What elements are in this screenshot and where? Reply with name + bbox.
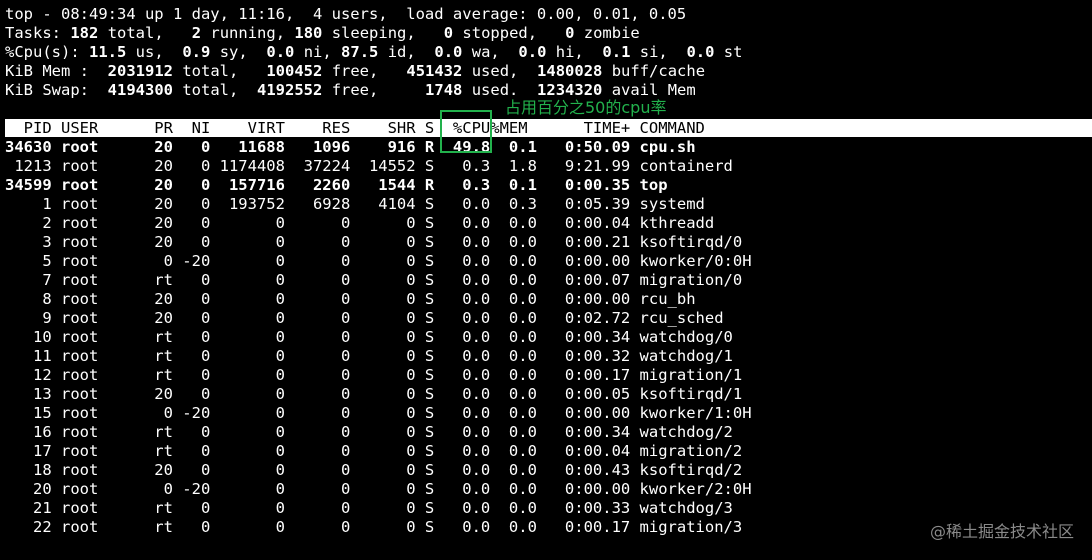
process-row-11: 11 root rt 0 0 0 0 S 0.0 0.0 0:00.32 wat… [5,347,733,365]
process-row-16: 16 root rt 0 0 0 0 S 0.0 0.0 0:00.34 wat… [5,423,733,441]
tasks-line: Tasks: 182 total, 2 running, 180 sleepin… [5,24,640,42]
process-row-13: 13 root 20 0 0 0 0 S 0.0 0.0 0:00.05 kso… [5,385,743,403]
cpu-line: %Cpu(s): 11.5 us, 0.9 sy, 0.0 ni, 87.5 i… [5,43,743,61]
process-row-8: 8 root 20 0 0 0 0 S 0.0 0.0 0:00.00 rcu_… [5,290,696,308]
process-row-1: 1 root 20 0 193752 6928 4104 S 0.0 0.3 0… [5,195,705,213]
process-row-10: 10 root rt 0 0 0 0 S 0.0 0.0 0:00.34 wat… [5,328,733,346]
process-row-21: 21 root rt 0 0 0 0 S 0.0 0.0 0:00.33 wat… [5,499,733,517]
process-row-34630: 34630 root 20 0 11688 1096 916 R 49.8 0.… [5,138,696,156]
process-row-12: 12 root rt 0 0 0 0 S 0.0 0.0 0:00.17 mig… [5,366,743,384]
process-row-17: 17 root rt 0 0 0 0 S 0.0 0.0 0:00.04 mig… [5,442,743,460]
process-row-22: 22 root rt 0 0 0 0 S 0.0 0.0 0:00.17 mig… [5,518,743,536]
process-row-15: 15 root 0 -20 0 0 0 S 0.0 0.0 0:00.00 kw… [5,404,752,422]
mem-line: KiB Mem : 2031912 total, 100452 free, 45… [5,62,706,80]
process-row-18: 18 root 20 0 0 0 0 S 0.0 0.0 0:00.43 kso… [5,461,743,479]
cpu-highlight-box [440,110,492,153]
process-table-header: PID USER PR NI VIRT RES SHR S %CPU%MEM T… [5,119,1092,137]
process-row-34599: 34599 root 20 0 157716 2260 1544 R 0.3 0… [5,176,668,194]
process-row-20: 20 root 0 -20 0 0 0 S 0.0 0.0 0:00.00 kw… [5,480,752,498]
process-row-2: 2 root 20 0 0 0 0 S 0.0 0.0 0:00.04 kthr… [5,214,715,232]
process-row-3: 3 root 20 0 0 0 0 S 0.0 0.0 0:00.21 ksof… [5,233,743,251]
process-row-1213: 1213 root 20 0 1174408 37224 14552 S 0.3… [5,157,733,175]
process-row-9: 9 root 20 0 0 0 0 S 0.0 0.0 0:02.72 rcu_… [5,309,724,327]
watermark: @稀土掘金技术社区 [929,522,1074,541]
cpu-annotation-label: 占用百分之50的cpu率 [505,98,667,117]
process-row-7: 7 root rt 0 0 0 0 S 0.0 0.0 0:00.07 migr… [5,271,743,289]
uptime-line: top - 08:49:34 up 1 day, 11:16, 4 users,… [5,5,687,23]
process-row-5: 5 root 0 -20 0 0 0 S 0.0 0.0 0:00.00 kwo… [5,252,752,270]
